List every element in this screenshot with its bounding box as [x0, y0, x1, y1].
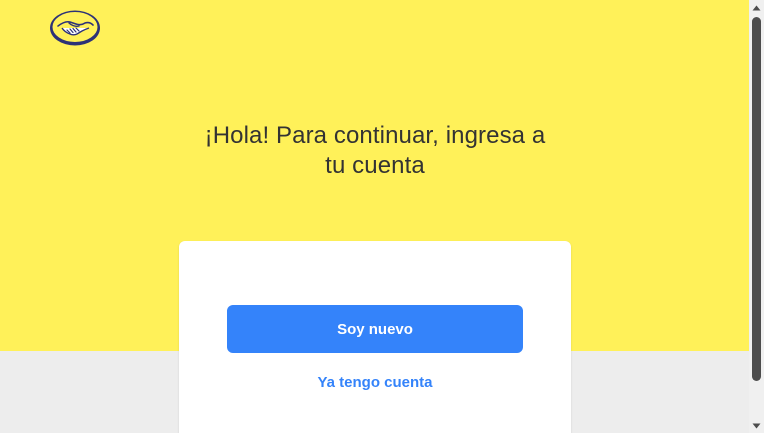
login-choice-card: Soy nuevo Ya tengo cuenta [179, 241, 571, 433]
mercado-libre-logo-icon[interactable] [49, 9, 101, 47]
existing-account-link[interactable]: Ya tengo cuenta [227, 374, 523, 391]
page: ¡Hola! Para continuar, ingresa a tu cuen… [0, 0, 764, 433]
new-user-button[interactable]: Soy nuevo [227, 305, 523, 353]
page-title: ¡Hola! Para continuar, ingresa a tu cuen… [175, 121, 575, 181]
vertical-scrollbar[interactable] [749, 0, 764, 433]
scroll-up-arrow-icon[interactable] [749, 0, 764, 15]
scroll-down-arrow-icon[interactable] [749, 418, 764, 433]
page-title-line-2: tu cuenta [325, 152, 425, 179]
scrollbar-thumb[interactable] [752, 17, 761, 381]
page-title-line-1: ¡Hola! Para continuar, ingresa a [204, 122, 546, 149]
